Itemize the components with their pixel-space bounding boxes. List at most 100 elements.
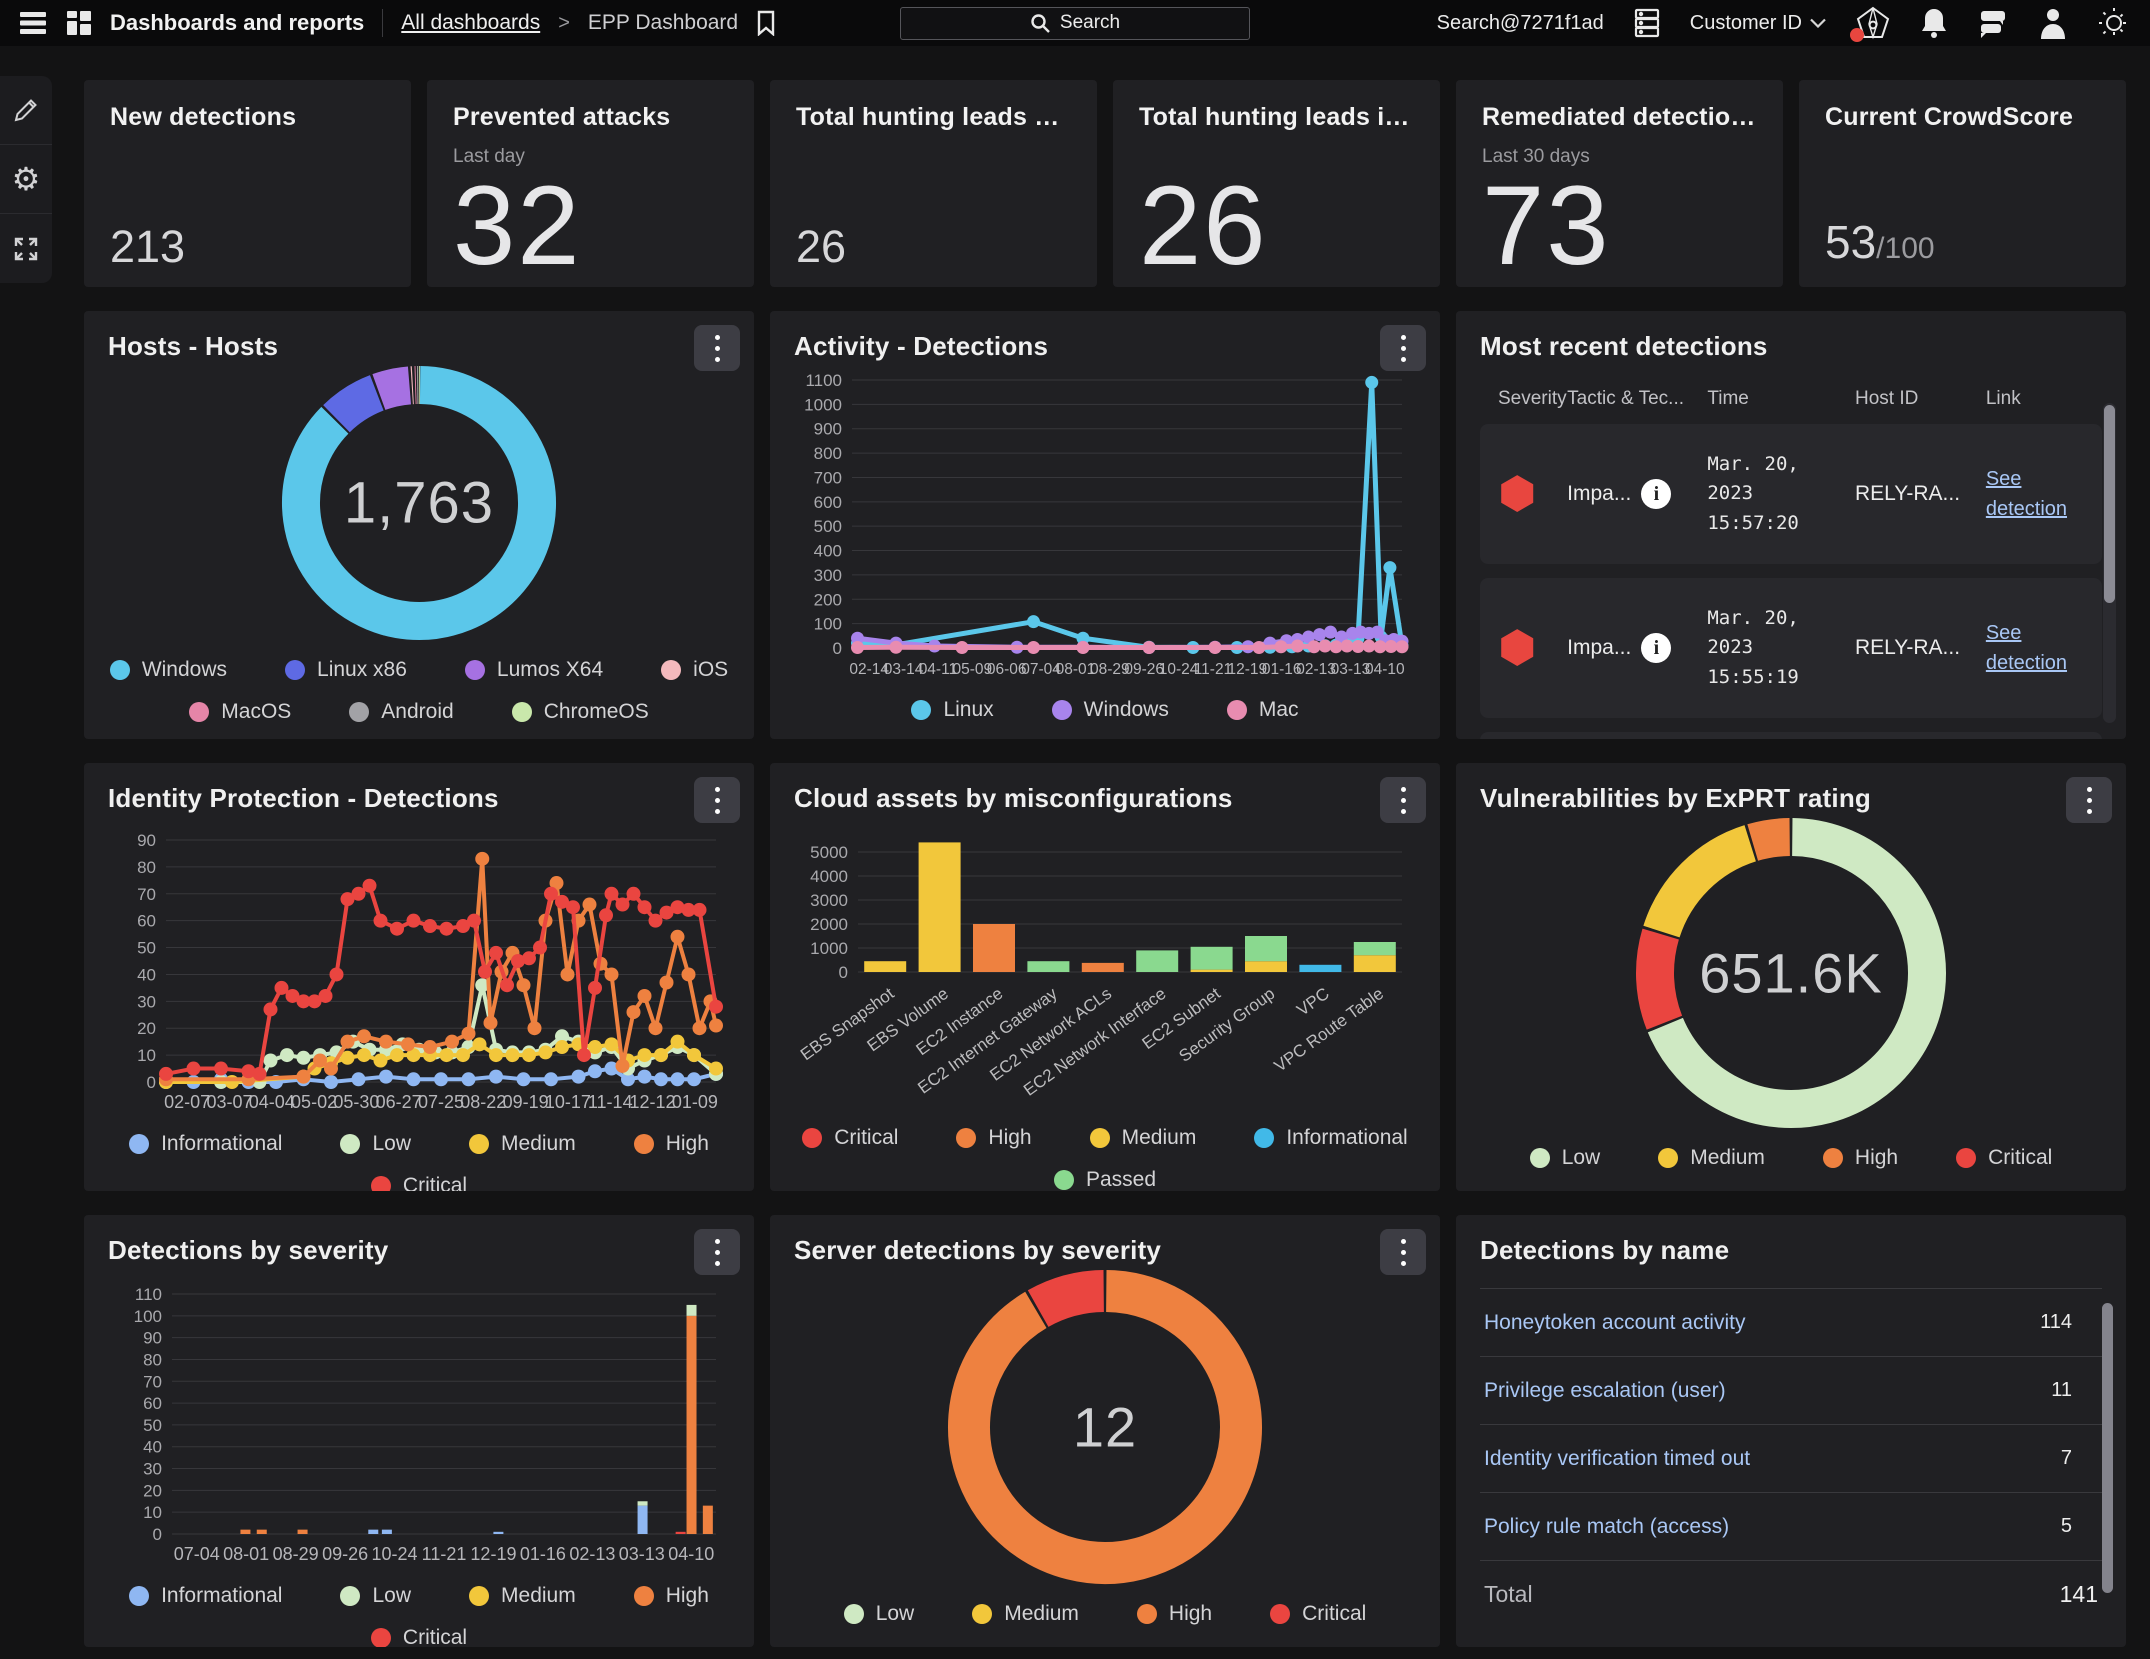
- kebab-menu-icon[interactable]: [694, 325, 740, 371]
- host-stack-icon[interactable]: [1634, 8, 1660, 38]
- legend-dot-icon: [634, 1134, 654, 1154]
- svg-text:30: 30: [143, 1460, 162, 1479]
- hosts-donut-chart: 1,763: [108, 362, 730, 644]
- svg-text:1100: 1100: [805, 371, 842, 390]
- breadcrumb-all-dashboards[interactable]: All dashboards: [401, 11, 540, 35]
- table-row[interactable]: ⬢ Impa...i Mar. 20, 2023 15:57:20 RELY-R…: [1480, 424, 2102, 564]
- legend-item: Low: [340, 1584, 411, 1608]
- see-detection-link[interactable]: See detection: [1986, 464, 2066, 524]
- svg-text:30: 30: [137, 992, 156, 1011]
- legend-item: High: [634, 1132, 709, 1156]
- list-item[interactable]: Identity verification timed out 7: [1480, 1424, 2102, 1492]
- scrollbar-thumb[interactable]: [2104, 405, 2115, 603]
- kebab-menu-icon[interactable]: [2066, 777, 2112, 823]
- kpi-remediated-detections: Remediated detections Last 30 days 73: [1456, 80, 1783, 287]
- legend-dot-icon: [469, 1586, 489, 1606]
- legend-dot-icon: [634, 1586, 654, 1606]
- edit-pencil-icon[interactable]: [0, 76, 52, 145]
- tactic-cell: Impa...: [1567, 636, 1631, 660]
- hamburger-menu-icon[interactable]: [20, 11, 48, 35]
- info-icon[interactable]: i: [1641, 633, 1671, 663]
- scrollbar-thumb[interactable]: [2102, 1303, 2113, 1593]
- detection-name-link[interactable]: Identity verification timed out: [1484, 1447, 1750, 1471]
- svg-text:300: 300: [814, 566, 842, 585]
- legend-item: Lumos X64: [465, 658, 603, 682]
- list-item[interactable]: Honeytoken account activity 114: [1480, 1288, 2102, 1356]
- see-detection-link[interactable]: See detection: [1986, 618, 2066, 678]
- panel-title: Vulnerabilities by ExPRT rating: [1480, 783, 2102, 814]
- svg-text:10-17: 10-17: [545, 1092, 591, 1112]
- svg-text:04-10: 04-10: [668, 1544, 714, 1564]
- fullscreen-expand-icon[interactable]: [0, 214, 52, 283]
- panel-most-recent-detections: Most recent detections Severity Tactic &…: [1456, 311, 2126, 739]
- detection-name-link[interactable]: Privilege escalation (user): [1484, 1379, 1726, 1403]
- legend-dot-icon: [110, 660, 130, 680]
- legend-label: Critical: [834, 1126, 898, 1150]
- info-icon[interactable]: i: [1641, 479, 1671, 509]
- bell-icon[interactable]: [1920, 7, 1948, 39]
- settings-gear-icon[interactable]: ⚙: [0, 145, 52, 214]
- kpi-row: New detections 213 Prevented attacks Las…: [84, 80, 2126, 287]
- svg-text:04-11: 04-11: [919, 661, 958, 678]
- bookmark-icon[interactable]: [756, 10, 776, 36]
- kpi-title: Total hunting leads gene...: [796, 102, 1071, 132]
- legend-label: Critical: [1302, 1602, 1366, 1626]
- svg-text:40: 40: [143, 1438, 162, 1457]
- table-scrollbar[interactable]: [2103, 403, 2116, 723]
- theme-toggle-sun-icon[interactable]: [2098, 7, 2130, 39]
- svg-text:02-13: 02-13: [569, 1544, 615, 1564]
- panel-title: Identity Protection - Detections: [108, 783, 730, 814]
- dashboards-grid-icon[interactable]: [66, 10, 92, 36]
- column-host-id: Host ID: [1855, 388, 1986, 410]
- list-item[interactable]: Privilege escalation (user) 11: [1480, 1356, 2102, 1424]
- account-label[interactable]: Search@7271f1ad: [1437, 12, 1604, 35]
- customer-id-label: Customer ID: [1690, 12, 1802, 35]
- detection-name-link[interactable]: Honeytoken account activity: [1484, 1311, 1745, 1335]
- legend-item: High: [634, 1584, 709, 1608]
- svg-text:40: 40: [137, 965, 156, 984]
- legend-item: Critical: [371, 1174, 467, 1191]
- panel-title: Most recent detections: [1480, 331, 2102, 362]
- legend-label: Low: [876, 1602, 915, 1626]
- kpi-title: Remediated detections: [1482, 102, 1757, 132]
- falcon-notification-button[interactable]: [1856, 6, 1890, 40]
- svg-text:EBS Snapshot: EBS Snapshot: [797, 984, 898, 1065]
- list-scrollbar[interactable]: [2101, 1303, 2114, 1593]
- legend-label: Linux: [943, 698, 993, 722]
- detections-severity-bar-chart: 010203040506070809010011007-0408-0108-29…: [108, 1280, 730, 1570]
- legend-dot-icon: [129, 1586, 149, 1606]
- legend-item: High: [1823, 1146, 1898, 1170]
- detection-name-link[interactable]: Policy rule match (access): [1484, 1515, 1729, 1539]
- legend-label: Medium: [1122, 1126, 1197, 1150]
- svg-text:05-30: 05-30: [333, 1092, 379, 1112]
- list-item[interactable]: Policy rule match (access) 5: [1480, 1492, 2102, 1561]
- detections-name-list: Honeytoken account activity 114 Privileg…: [1480, 1288, 2102, 1561]
- legend-label: Low: [372, 1132, 411, 1156]
- panel-title: Hosts - Hosts: [108, 331, 730, 362]
- legend-row: InformationalLowMediumHigh: [129, 1132, 709, 1156]
- customer-id-dropdown[interactable]: Customer ID: [1690, 12, 1826, 35]
- kebab-menu-icon[interactable]: [694, 1229, 740, 1275]
- total-row: Total 141: [1480, 1581, 2102, 1608]
- user-profile-icon[interactable]: [2038, 7, 2068, 39]
- svg-text:800: 800: [814, 444, 842, 463]
- svg-text:04-04: 04-04: [249, 1092, 295, 1112]
- table-row[interactable]: ⬢ Impa...i Mar. 20, 2023 15:55:19 RELY-R…: [1480, 578, 2102, 718]
- kpi-value-suffix: /100: [1876, 232, 1934, 265]
- svg-text:02-07: 02-07: [164, 1092, 210, 1112]
- dashboard-content: New detections 213 Prevented attacks Las…: [84, 80, 2126, 1647]
- kebab-menu-icon[interactable]: [1380, 325, 1426, 371]
- panel-identity-protection: Identity Protection - Detections 0102030…: [84, 763, 754, 1191]
- chevron-down-icon: [1810, 18, 1826, 28]
- legend-item: Mac: [1227, 698, 1299, 722]
- svg-text:400: 400: [814, 542, 842, 561]
- vulnerabilities-donut-chart: 651.6K: [1480, 814, 2102, 1132]
- global-search-input[interactable]: Search: [900, 7, 1250, 40]
- svg-text:09-26: 09-26: [322, 1544, 368, 1564]
- kebab-menu-icon[interactable]: [694, 777, 740, 823]
- legend-row: CriticalHighMediumInformational: [802, 1126, 1407, 1150]
- messages-icon[interactable]: [1978, 8, 2008, 38]
- kebab-menu-icon[interactable]: [1380, 1229, 1426, 1275]
- kebab-menu-icon[interactable]: [1380, 777, 1426, 823]
- svg-text:01-16: 01-16: [520, 1544, 566, 1564]
